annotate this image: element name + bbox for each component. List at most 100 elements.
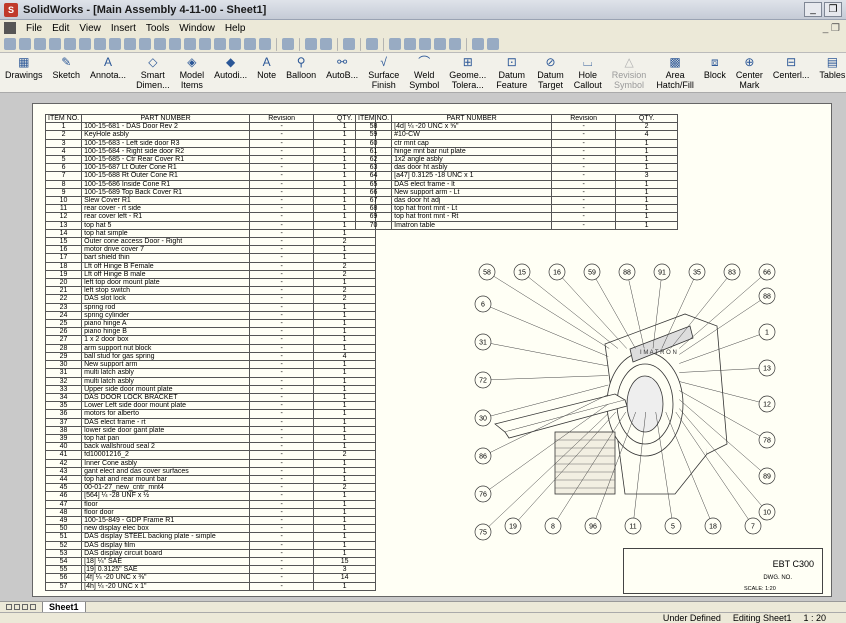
bom-row[interactable]: 42 Inner Cone asbly -1 bbox=[44, 458, 377, 468]
assembly-isometric-view[interactable]: I M A T R O N 58 15 16 59 88 91 35 83 6663172308… bbox=[435, 254, 797, 550]
bom-row[interactable]: 56 [4f] ¼ -20 UNC x ⅜" -14 bbox=[44, 573, 377, 583]
document-close-icon[interactable]: _ ❐ bbox=[823, 23, 840, 34]
minimize-button[interactable]: _ bbox=[804, 2, 822, 17]
bom-row[interactable]: 60 ctr mnt cap -1 bbox=[354, 138, 679, 148]
bom-row[interactable]: 37 DAS elect frame - rt -1 bbox=[44, 417, 377, 427]
cmd-datum-target-button[interactable]: ⊘ Datum Target bbox=[537, 56, 564, 90]
cmd-centerline-button[interactable]: ⊟ Centerl... bbox=[773, 56, 810, 80]
bom-row[interactable]: 14 top hat simple -1 bbox=[44, 228, 377, 239]
bom-row[interactable]: 23 spring rod -1 bbox=[44, 302, 377, 312]
menu-window[interactable]: Window bbox=[179, 23, 215, 34]
bom-row[interactable]: 1 100-15-681 - DAS Door Rev 2-1 bbox=[44, 122, 377, 132]
bom-row[interactable]: 26 piano hinge B-1 bbox=[44, 327, 377, 337]
bom-row[interactable]: 21 left stop switch -2 bbox=[44, 286, 377, 296]
bom-table-right[interactable]: ITEM NO. PART NUMBER Revision QTY. 58 [4d… bbox=[354, 113, 679, 230]
bom-row[interactable]: 50 new display elec box -1 bbox=[44, 524, 377, 534]
options-icon[interactable] bbox=[184, 38, 196, 50]
color-display-icon[interactable] bbox=[449, 38, 461, 50]
bom-row[interactable]: 45 00-01-27_new_cntr_mnt4-2 bbox=[44, 483, 377, 493]
bom-row[interactable]: 64 [a47] 0.3125 -18 UNC x 1-3 bbox=[354, 171, 679, 181]
bom-row[interactable]: 47 floor -1 bbox=[44, 499, 377, 509]
restore-button[interactable]: ❐ bbox=[824, 2, 842, 17]
bom-row[interactable]: 53 DAS display circuit board -1 bbox=[44, 548, 377, 558]
bom-row[interactable]: 68 top hat front mnt - Lt -1 bbox=[354, 204, 679, 214]
bom-row[interactable]: 48 floor door -1 bbox=[44, 507, 377, 517]
bom-row[interactable]: 27 1 x 2 door box -1 bbox=[44, 335, 377, 345]
bom-row[interactable]: 54 [18] ¼" SAE -15 bbox=[44, 556, 377, 567]
hide-edge-icon[interactable] bbox=[434, 38, 446, 50]
bom-row[interactable]: 11 rear cover - rt side -1 bbox=[44, 204, 377, 214]
bom-row[interactable]: 34 DAS DOOR LOCK BRACKET -1 bbox=[44, 392, 377, 403]
bom-table-left[interactable]: ITEM NO. PART NUMBER Revision QTY. 1 100-… bbox=[44, 113, 377, 591]
undo-icon[interactable] bbox=[124, 38, 136, 50]
bom-row[interactable]: 63 das door ht asbly -1 bbox=[354, 163, 679, 173]
menu-file[interactable]: File bbox=[26, 23, 42, 34]
grid-icon[interactable] bbox=[472, 38, 484, 50]
bom-row[interactable]: 24 spring cylinder -1 bbox=[44, 310, 377, 321]
document-icon[interactable] bbox=[4, 22, 16, 34]
cmd-datum-feature-button[interactable]: ⊡ Datum Feature bbox=[496, 56, 527, 90]
rebuild-icon[interactable] bbox=[169, 38, 181, 50]
bom-row[interactable]: 46 [564] ¼ -28 UNF x ½-1 bbox=[44, 491, 377, 501]
bom-row[interactable]: 5 100-15-685 - Ctr Rear Cover R1-1 bbox=[44, 155, 377, 165]
bom-row[interactable]: 57 [4h] ¼ -20 UNC x 1" -1 bbox=[44, 581, 377, 591]
previous-view-icon[interactable] bbox=[229, 38, 241, 50]
bom-row[interactable]: 33 Upper side door mount plate -1 bbox=[44, 384, 377, 394]
bom-row[interactable]: 30 New support arm -1 bbox=[44, 360, 377, 370]
copy-icon[interactable] bbox=[94, 38, 106, 50]
bom-row[interactable]: 9 100-15-689 Top Back Cover R1-1 bbox=[44, 187, 377, 198]
bom-row[interactable]: 32 multi latch asbly -1 bbox=[44, 376, 377, 386]
bom-row[interactable]: 52 DAS display film -1 bbox=[44, 540, 377, 550]
bom-row[interactable]: 17 bart shield thin -1 bbox=[44, 253, 377, 263]
bom-row[interactable]: 16 motor drive cover 7-1 bbox=[44, 245, 377, 255]
bom-row[interactable]: 19 Lft off Hinge B male -2 bbox=[44, 269, 377, 280]
bom-row[interactable]: 61 hinge mnt bar nut plate -1 bbox=[354, 146, 679, 157]
cut-icon[interactable] bbox=[79, 38, 91, 50]
bom-row[interactable]: 8 100-15-686 Inside Cone R1-1 bbox=[44, 179, 377, 189]
tab-sheet1[interactable]: Sheet1 bbox=[42, 601, 86, 613]
bom-row[interactable]: 6 100-15-687 Lt Outer Cone R1-1 bbox=[44, 163, 377, 173]
bom-row[interactable]: 41 fd10001216_2-2 bbox=[44, 450, 377, 460]
bom-row[interactable]: 69 top hat front mnt - Rt -1 bbox=[354, 212, 679, 222]
bom-row[interactable]: 22 DAS slot lock -2 bbox=[44, 294, 377, 304]
bom-row[interactable]: 18 Lft off Hinge B Female -2 bbox=[44, 261, 377, 271]
bom-row[interactable]: 15 Outer cone access Door - Right -2 bbox=[44, 237, 377, 247]
rotate-icon[interactable] bbox=[244, 38, 256, 50]
bom-row[interactable]: 38 lower side door gant plate -1 bbox=[44, 425, 377, 435]
cmd-weld-symbol-button[interactable]: ⌒ Weld Symbol bbox=[409, 56, 439, 90]
bom-row[interactable]: 36 motors for alberto -1 bbox=[44, 409, 377, 419]
menu-tools[interactable]: Tools bbox=[146, 23, 169, 34]
bom-row[interactable]: 10 Slew Cover R1-1 bbox=[44, 196, 377, 206]
bom-row[interactable]: 43 gant elect and das cover surfaces -1 bbox=[44, 466, 377, 476]
cmd-auto-balloon-button[interactable]: ⚯ AutoB... bbox=[326, 56, 358, 80]
paste-icon[interactable] bbox=[109, 38, 121, 50]
select-icon[interactable] bbox=[154, 38, 166, 50]
cmd-area-hatch-button[interactable]: ▩ Area Hatch/Fill bbox=[656, 56, 694, 90]
bom-row[interactable]: 58 [4d] ¼ -20 UNC x ⅝" -2 bbox=[354, 122, 679, 132]
cmd-center-mark-button[interactable]: ⊕ Center Mark bbox=[736, 56, 763, 90]
view-orientation-icon[interactable] bbox=[305, 38, 317, 50]
cmd-tables-button[interactable]: ▤ Tables bbox=[819, 56, 845, 80]
bom-row[interactable]: 67 das door ht adj -1 bbox=[354, 196, 679, 206]
bom-row[interactable]: 7 100-15-688 Rt Outer Cone R1-1 bbox=[44, 171, 377, 181]
cmd-note-button[interactable]: A Note bbox=[257, 56, 276, 80]
bom-row[interactable]: 3 100-15-683 - Left side door R3-1 bbox=[44, 138, 377, 148]
bom-row[interactable]: 70 Imatron table -1 bbox=[354, 220, 679, 230]
cmd-sketch-button[interactable]: ✎ Sketch bbox=[53, 56, 81, 80]
menu-insert[interactable]: Insert bbox=[111, 23, 136, 34]
hide-show-icon[interactable] bbox=[282, 38, 294, 50]
new-icon[interactable] bbox=[4, 38, 16, 50]
bom-row[interactable]: 51 DAS display STEEL backing plate - simp… bbox=[44, 532, 377, 542]
display-style-icon[interactable] bbox=[320, 38, 332, 50]
cmd-model-items-button[interactable]: ◈ Model Items bbox=[180, 56, 205, 90]
bom-row[interactable]: 66 New support arm - Lt -1 bbox=[354, 187, 679, 198]
bom-row[interactable]: 25 piano hinge A-1 bbox=[44, 319, 377, 329]
graphics-area[interactable]: ITEM NO. PART NUMBER Revision QTY. 1 100-… bbox=[0, 93, 846, 601]
cmd-geometric-tolerance-button[interactable]: ⊞ Geome... Tolera... bbox=[449, 56, 486, 90]
redo-icon[interactable] bbox=[139, 38, 151, 50]
pan-icon[interactable] bbox=[259, 38, 271, 50]
print-preview-icon[interactable] bbox=[64, 38, 76, 50]
bom-row[interactable]: 40 back wallshroud seal 2-1 bbox=[44, 442, 377, 452]
tab-first-icon[interactable] bbox=[6, 604, 12, 610]
bom-row[interactable]: 12 rear cover left - R1-1 bbox=[44, 212, 377, 222]
